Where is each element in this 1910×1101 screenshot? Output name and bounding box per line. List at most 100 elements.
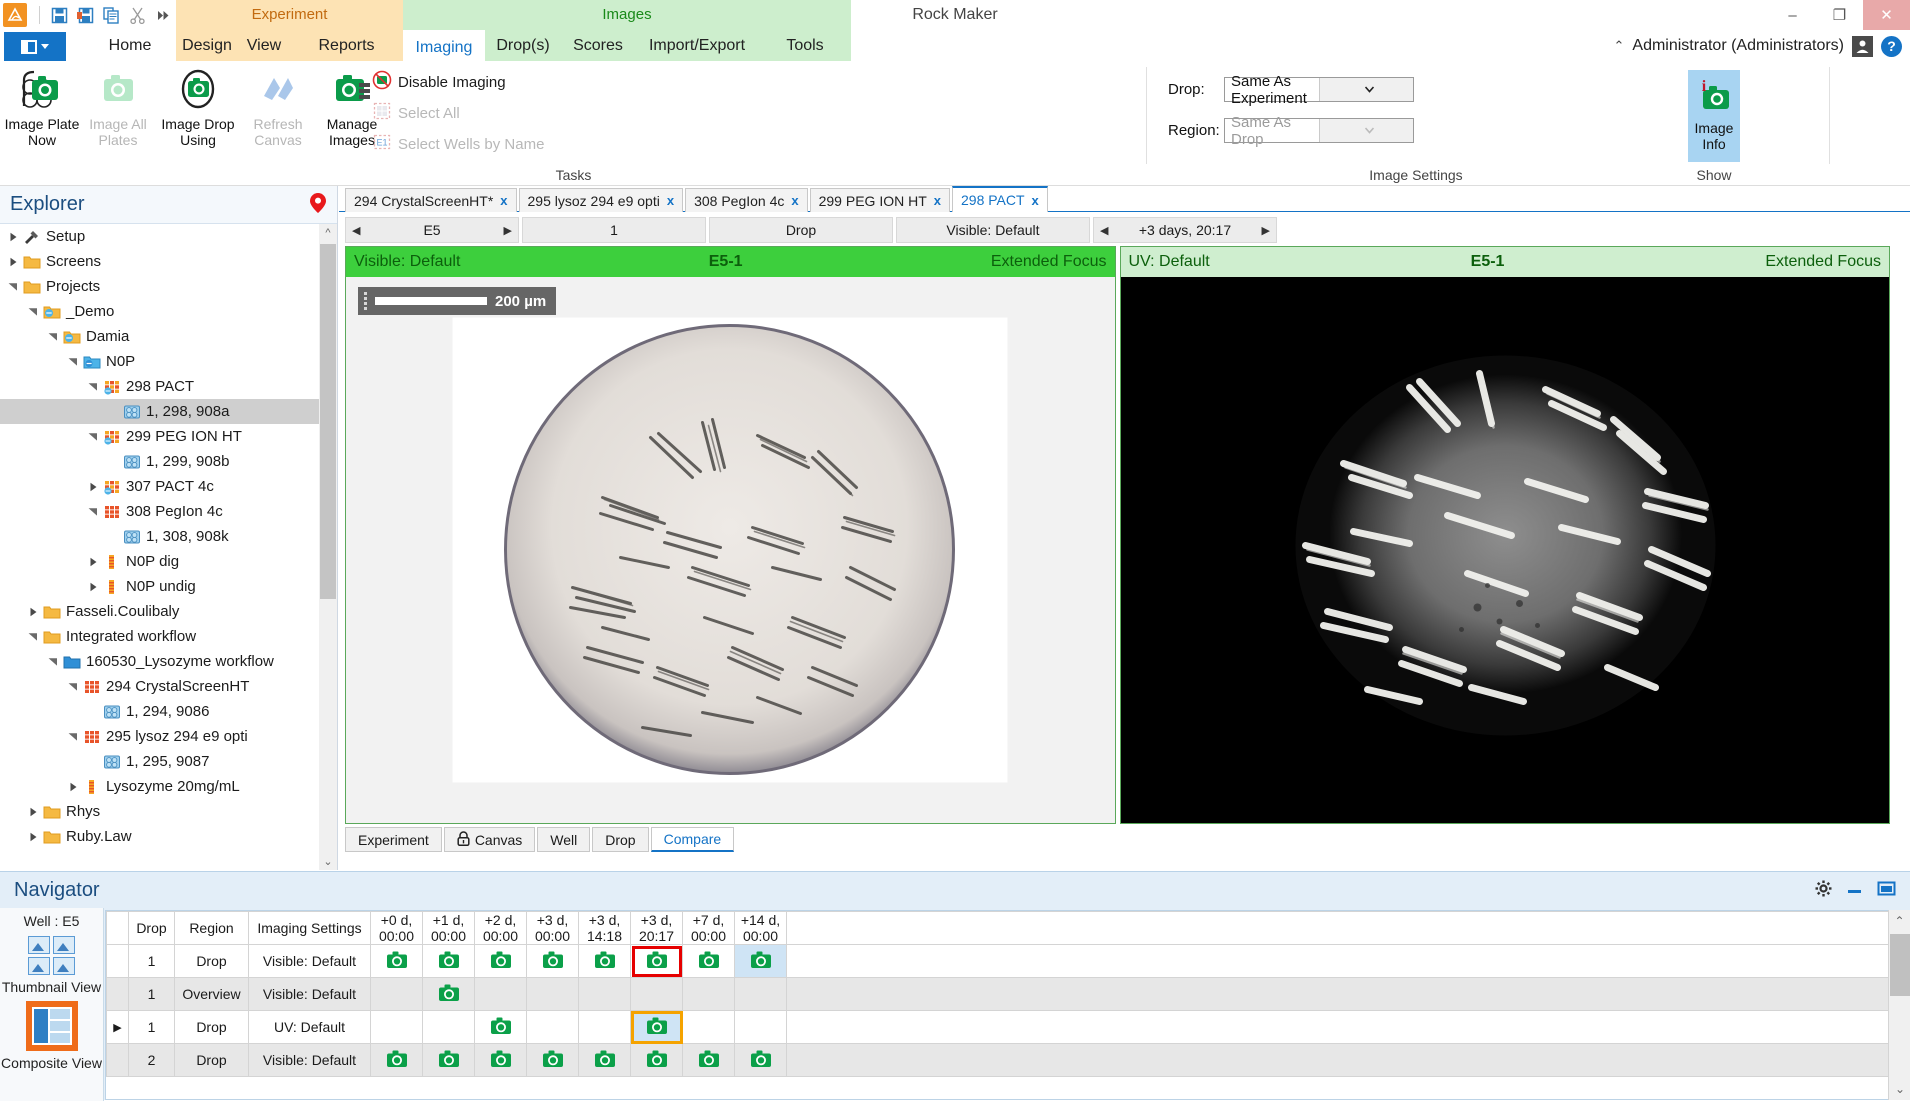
image-cell[interactable] — [527, 945, 579, 978]
navigator-time-col-0[interactable]: +0 d,00:00 — [371, 912, 423, 945]
camera-icon[interactable] — [698, 1050, 720, 1071]
thumbnail-view-label[interactable]: Thumbnail View — [0, 979, 103, 995]
navigator-row[interactable]: 1DropVisible: Default — [107, 945, 1889, 978]
image-cell[interactable] — [475, 945, 527, 978]
camera-icon[interactable] — [490, 1050, 512, 1071]
tree-twisty-expanded-icon[interactable] — [4, 274, 22, 299]
tree-item-299-peg-ion-ht[interactable]: 299 PEG ION HT — [0, 424, 320, 449]
user-avatar-icon[interactable] — [1852, 36, 1873, 57]
tree-item-damia[interactable]: Damia — [0, 324, 320, 349]
tree-twisty-collapsed-icon[interactable] — [24, 799, 42, 824]
gear-icon[interactable] — [1815, 880, 1832, 901]
row-expander[interactable] — [107, 1044, 129, 1077]
tree-item-1-295-9087[interactable]: 1, 295, 9087 — [0, 749, 320, 774]
image-cell[interactable] — [683, 945, 735, 978]
document-tab-bar[interactable]: 294 CrystalScreenHT*x295 lysoz 294 e9 op… — [345, 186, 1050, 212]
view-mode-tab-bar[interactable]: ExperimentCanvasWellDropCompare — [345, 827, 736, 854]
view-tab-drop[interactable]: Drop — [592, 827, 648, 852]
document-tab-299-peg-ion-ht[interactable]: 299 PEG ION HTx — [810, 188, 950, 212]
chevron-down-icon[interactable] — [1319, 78, 1414, 101]
document-tab-308-pegion-4c[interactable]: 308 PegIon 4cx — [685, 188, 808, 212]
thumbnail-view-icon[interactable] — [0, 936, 103, 975]
camera-icon[interactable] — [646, 1050, 668, 1071]
close-icon[interactable]: x — [791, 193, 798, 208]
document-tab-295-lysoz-294-e9-opti[interactable]: 295 lysoz 294 e9 optix — [519, 188, 684, 212]
navigator-vertical-scrollbar[interactable]: ⌃ ⌄ — [1888, 910, 1910, 1100]
tab-tools[interactable]: Tools — [759, 30, 851, 61]
scroll-up-arrow-icon[interactable]: ⌃ — [1889, 910, 1910, 932]
camera-icon[interactable] — [386, 1050, 408, 1071]
image-info-button[interactable]: i Image Info — [1688, 70, 1740, 162]
camera-icon[interactable] — [698, 951, 720, 972]
tab-home[interactable]: Home — [86, 30, 174, 61]
tree-twisty-collapsed-icon[interactable] — [84, 474, 102, 499]
document-tab-294-crystalscreenht[interactable]: 294 CrystalScreenHT*x — [345, 188, 517, 212]
tab-scores[interactable]: Scores — [561, 30, 635, 61]
maximize-icon[interactable] — [1877, 880, 1896, 901]
image-cell[interactable] — [475, 1044, 527, 1077]
image-cell[interactable] — [579, 1044, 631, 1077]
composite-view-label[interactable]: Composite View — [0, 1055, 103, 1071]
row-expander[interactable] — [107, 945, 129, 978]
tab-reports[interactable]: Reports — [290, 30, 403, 61]
collapse-ribbon-icon[interactable]: ⌃ — [1613, 38, 1624, 54]
tree-twisty-collapsed-icon[interactable] — [24, 599, 42, 624]
composite-view-icon[interactable] — [26, 1001, 78, 1051]
uv-pane-body[interactable]: 200 µm — [1121, 277, 1890, 823]
row-expander[interactable]: ▶ — [107, 1011, 129, 1044]
image-cell[interactable] — [631, 1044, 683, 1077]
image-cell[interactable] — [371, 945, 423, 978]
camera-icon[interactable] — [386, 951, 408, 972]
visible-pane-body[interactable]: 200 µm — [346, 277, 1115, 823]
tree-twisty-expanded-icon[interactable] — [84, 374, 102, 399]
disable-imaging-item[interactable]: Disable Imaging — [372, 70, 506, 94]
tree-item-298-pact[interactable]: 298 PACT — [0, 374, 320, 399]
tree-twisty-expanded-icon[interactable] — [64, 724, 82, 749]
navigator-time-col-5[interactable]: +3 d,20:17 — [631, 912, 683, 945]
tree-item-307-pact-4c[interactable]: 307 PACT 4c — [0, 474, 320, 499]
timepoint-selector[interactable]: ◀ +3 days, 20:17 ▶ — [1093, 217, 1277, 243]
view-tab-compare[interactable]: Compare — [651, 827, 735, 852]
tree-twisty-expanded-icon[interactable] — [24, 299, 42, 324]
application-menu-button[interactable] — [4, 32, 66, 61]
tree-twisty-expanded-icon[interactable] — [84, 424, 102, 449]
tree-item-ruby-law[interactable]: Ruby.Law — [0, 824, 320, 849]
navigator-row[interactable]: ▶1DropUV: Default — [107, 1011, 1889, 1044]
navigator-time-col-2[interactable]: +2 d,00:00 — [475, 912, 527, 945]
tab-view[interactable]: View — [238, 30, 290, 61]
tree-item-demo[interactable]: _Demo — [0, 299, 320, 324]
image-cell[interactable] — [579, 945, 631, 978]
camera-icon[interactable] — [646, 951, 668, 972]
scroll-up-arrow-icon[interactable]: ^ — [319, 224, 337, 242]
tree-twisty-expanded-icon[interactable] — [64, 674, 82, 699]
navigator-table-wrapper[interactable]: DropRegionImaging Settings+0 d,00:00+1 d… — [105, 910, 1910, 1100]
image-cell[interactable] — [475, 1011, 527, 1044]
tree-item-295-lysoz-294-e9-opti[interactable]: 295 lysoz 294 e9 opti — [0, 724, 320, 749]
close-icon[interactable]: x — [1032, 193, 1039, 208]
visible-image-pane[interactable]: Visible: Default E5-1 Extended Focus 200… — [345, 246, 1116, 824]
view-tab-experiment[interactable]: Experiment — [345, 827, 442, 852]
tree-item-n0p-undig[interactable]: N0P undig — [0, 574, 320, 599]
tree-item-1-294-9086[interactable]: 1, 294, 9086 — [0, 699, 320, 724]
tree-item-1-298-908a[interactable]: 1, 298, 908a — [0, 399, 320, 424]
tree-item-integrated-workflow[interactable]: Integrated workflow — [0, 624, 320, 649]
view-tab-well[interactable]: Well — [537, 827, 590, 852]
camera-icon[interactable] — [438, 1050, 460, 1071]
location-pin-icon[interactable] — [309, 192, 327, 218]
scroll-down-arrow-icon[interactable]: ⌄ — [319, 852, 337, 870]
close-icon[interactable]: x — [667, 193, 674, 208]
tree-twisty-collapsed-icon[interactable] — [4, 224, 22, 249]
next-well-arrow-icon[interactable]: ▶ — [504, 224, 512, 237]
tree-twisty-collapsed-icon[interactable] — [84, 549, 102, 574]
camera-icon[interactable] — [542, 951, 564, 972]
navigator-time-col-4[interactable]: +3 d,14:18 — [579, 912, 631, 945]
navigator-scroll-thumb[interactable] — [1890, 934, 1910, 996]
camera-icon[interactable] — [646, 1017, 668, 1038]
region-selector[interactable]: Drop — [709, 217, 893, 243]
tree-twisty-expanded-icon[interactable] — [44, 649, 62, 674]
uv-drop-image[interactable] — [1127, 278, 1882, 823]
explorer-scrollbar[interactable]: ^ ⌄ — [319, 224, 337, 870]
tree-item-fasseli-coulibaly[interactable]: Fasseli.Coulibaly — [0, 599, 320, 624]
image-plate-now-button[interactable]: Image Plate Now — [2, 65, 82, 148]
tree-item-308-pegion-4c[interactable]: 308 PegIon 4c — [0, 499, 320, 524]
